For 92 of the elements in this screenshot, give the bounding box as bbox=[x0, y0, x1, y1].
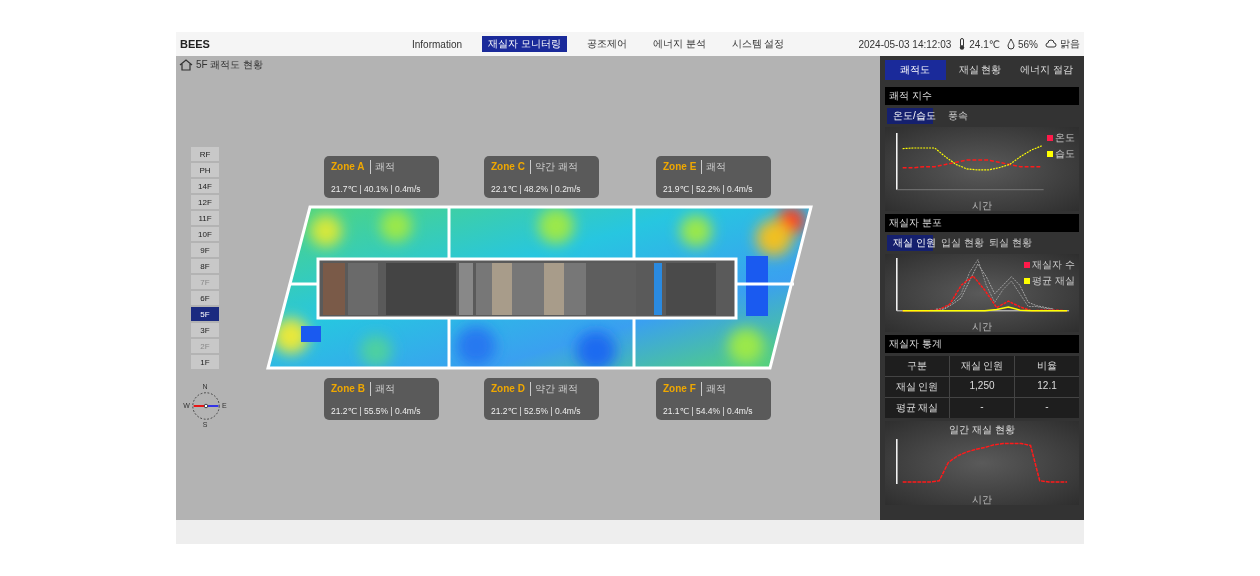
sensor-block bbox=[301, 326, 321, 342]
zone-name: Zone A bbox=[331, 161, 365, 172]
table-cell: - bbox=[950, 398, 1014, 418]
compass-icon bbox=[190, 391, 221, 421]
chart-tab[interactable]: 풍속 bbox=[935, 108, 981, 124]
floor-button[interactable]: 12F bbox=[191, 195, 219, 209]
nav-tab[interactable]: 재실자 모니터링 bbox=[482, 36, 567, 52]
floor-button[interactable]: 6F bbox=[191, 291, 219, 305]
zone-status: 약간 쾌적 bbox=[529, 160, 578, 174]
axis-label: 시간 bbox=[972, 321, 993, 332]
zone-name: Zone C bbox=[491, 161, 525, 172]
chart-tab[interactable]: 온도/습도 bbox=[887, 108, 933, 124]
table-cell: 평균 재실 bbox=[885, 398, 949, 418]
heat-spot bbox=[360, 335, 392, 367]
zone-readings: 21.7℃ | 40.1% | 0.4m/s bbox=[331, 184, 422, 194]
nav-tab[interactable]: 시스템 설정 bbox=[725, 36, 791, 52]
zone-name: Zone F bbox=[663, 383, 696, 394]
zone-name: Zone D bbox=[491, 383, 525, 394]
heat-spot bbox=[456, 326, 496, 366]
y-axis bbox=[896, 257, 898, 312]
nav-tab[interactable]: 공조제어 bbox=[580, 36, 633, 52]
weather-reading: 56% bbox=[1018, 38, 1038, 50]
zone-status: 약간 쾌적 bbox=[529, 382, 578, 396]
floor-button[interactable]: 5F bbox=[191, 307, 219, 321]
zone-readings: 22.1℃ | 48.2% | 0.2m/s bbox=[491, 184, 582, 194]
table-cell: 재실 인원 bbox=[885, 377, 949, 397]
column-header: 비율 bbox=[1015, 356, 1079, 376]
zone-card[interactable]: Zone E 쾌적 21.9℃ | 52.2% | 0.4m/s bbox=[656, 156, 771, 198]
zone-name: Zone E bbox=[663, 161, 697, 172]
legend-label: 평균 재실 bbox=[1032, 274, 1075, 288]
floor-button[interactable]: 11F bbox=[191, 211, 219, 225]
heat-spot bbox=[538, 208, 574, 244]
thermometer-icon bbox=[958, 38, 967, 50]
panel-tab[interactable]: 쾌적도 bbox=[885, 60, 946, 80]
panel-tab[interactable]: 에너지 절감 bbox=[1014, 60, 1079, 80]
heat-spot bbox=[310, 215, 342, 247]
column-header: 구분 bbox=[885, 356, 949, 376]
drop-icon bbox=[1007, 38, 1015, 50]
floor-button[interactable]: 3F bbox=[191, 323, 219, 337]
zone-card[interactable]: Zone C 약간 쾌적 22.1℃ | 48.2% | 0.2m/s bbox=[484, 156, 599, 198]
zone-readings: 21.1℃ | 54.4% | 0.4m/s bbox=[663, 406, 754, 416]
panel-tab[interactable]: 재실 현황 bbox=[949, 60, 1011, 80]
cloud-icon bbox=[1045, 39, 1057, 49]
breadcrumb: 5F 쾌적도 현황 bbox=[196, 58, 264, 72]
axis-label: 시간 bbox=[972, 200, 993, 211]
floor-button[interactable]: 14F bbox=[191, 179, 219, 193]
zone-status: 쾌적 bbox=[369, 160, 395, 174]
section-title: 재실자 분포 bbox=[889, 216, 942, 230]
zone-name: Zone B bbox=[331, 383, 365, 394]
nav-tab[interactable]: 에너지 분석 bbox=[646, 36, 712, 52]
home-icon[interactable] bbox=[179, 59, 193, 71]
zone-status: 쾌적 bbox=[701, 160, 727, 174]
legend-label: 습도 bbox=[1055, 147, 1075, 161]
zone-card[interactable]: Zone F 쾌적 21.1℃ | 54.4% | 0.4m/s bbox=[656, 378, 771, 420]
section-title: 재실자 통계 bbox=[889, 337, 942, 351]
zone-card[interactable]: Zone B 쾌적 21.2℃ | 55.5% | 0.4m/s bbox=[324, 378, 439, 420]
weather-reading: 맑음 bbox=[1060, 37, 1080, 51]
y-axis bbox=[896, 132, 898, 191]
floor-button[interactable]: RF bbox=[191, 147, 219, 161]
weather-reading: 24.1℃ bbox=[969, 38, 1000, 50]
zone-status: 쾌적 bbox=[700, 382, 726, 396]
zone-card[interactable]: Zone D 약간 쾌적 21.2℃ | 52.5% | 0.4m/s bbox=[484, 378, 599, 420]
heat-spot bbox=[680, 215, 712, 247]
chart-tab[interactable]: 재실 인원 bbox=[887, 235, 933, 251]
table-cell: - bbox=[1015, 398, 1079, 418]
zone-readings: 21.2℃ | 55.5% | 0.4m/s bbox=[331, 406, 422, 416]
date-time: 2024-05-03 14:12:03 bbox=[858, 38, 952, 50]
heat-spot bbox=[576, 331, 616, 368]
y-axis bbox=[896, 438, 898, 485]
legend-label: 재실자 수 bbox=[1032, 258, 1075, 272]
table-cell: 1,250 bbox=[950, 377, 1014, 397]
floor-button[interactable]: 9F bbox=[191, 243, 219, 257]
column-header: 재실 인원 bbox=[950, 356, 1014, 376]
chart-title: 일간 재실 현황 bbox=[948, 423, 1016, 437]
heat-spot bbox=[728, 328, 764, 364]
floor-button[interactable]: 1F bbox=[191, 355, 219, 369]
floor-button[interactable]: 8F bbox=[191, 259, 219, 273]
zone-status: 쾌적 bbox=[369, 382, 395, 396]
sensor-block bbox=[746, 256, 768, 316]
legend-label: 온도 bbox=[1055, 131, 1075, 145]
nav-tab[interactable]: Information bbox=[406, 37, 469, 51]
zone-readings: 21.9℃ | 52.2% | 0.4m/s bbox=[663, 184, 754, 194]
zone-card[interactable]: Zone A 쾌적 21.7℃ | 40.1% | 0.4m/s bbox=[324, 156, 439, 198]
floor-button[interactable]: PH bbox=[191, 163, 219, 177]
heat-spot bbox=[756, 220, 792, 256]
heat-spot bbox=[380, 210, 412, 242]
zone-readings: 21.2℃ | 52.5% | 0.4m/s bbox=[491, 406, 582, 416]
axis-label: 시간 bbox=[972, 494, 993, 505]
section-title: 쾌적 지수 bbox=[889, 89, 932, 103]
floor-button[interactable]: 10F bbox=[191, 227, 219, 241]
logo: BEES bbox=[180, 38, 211, 50]
table-cell: 12.1 bbox=[1015, 377, 1079, 397]
